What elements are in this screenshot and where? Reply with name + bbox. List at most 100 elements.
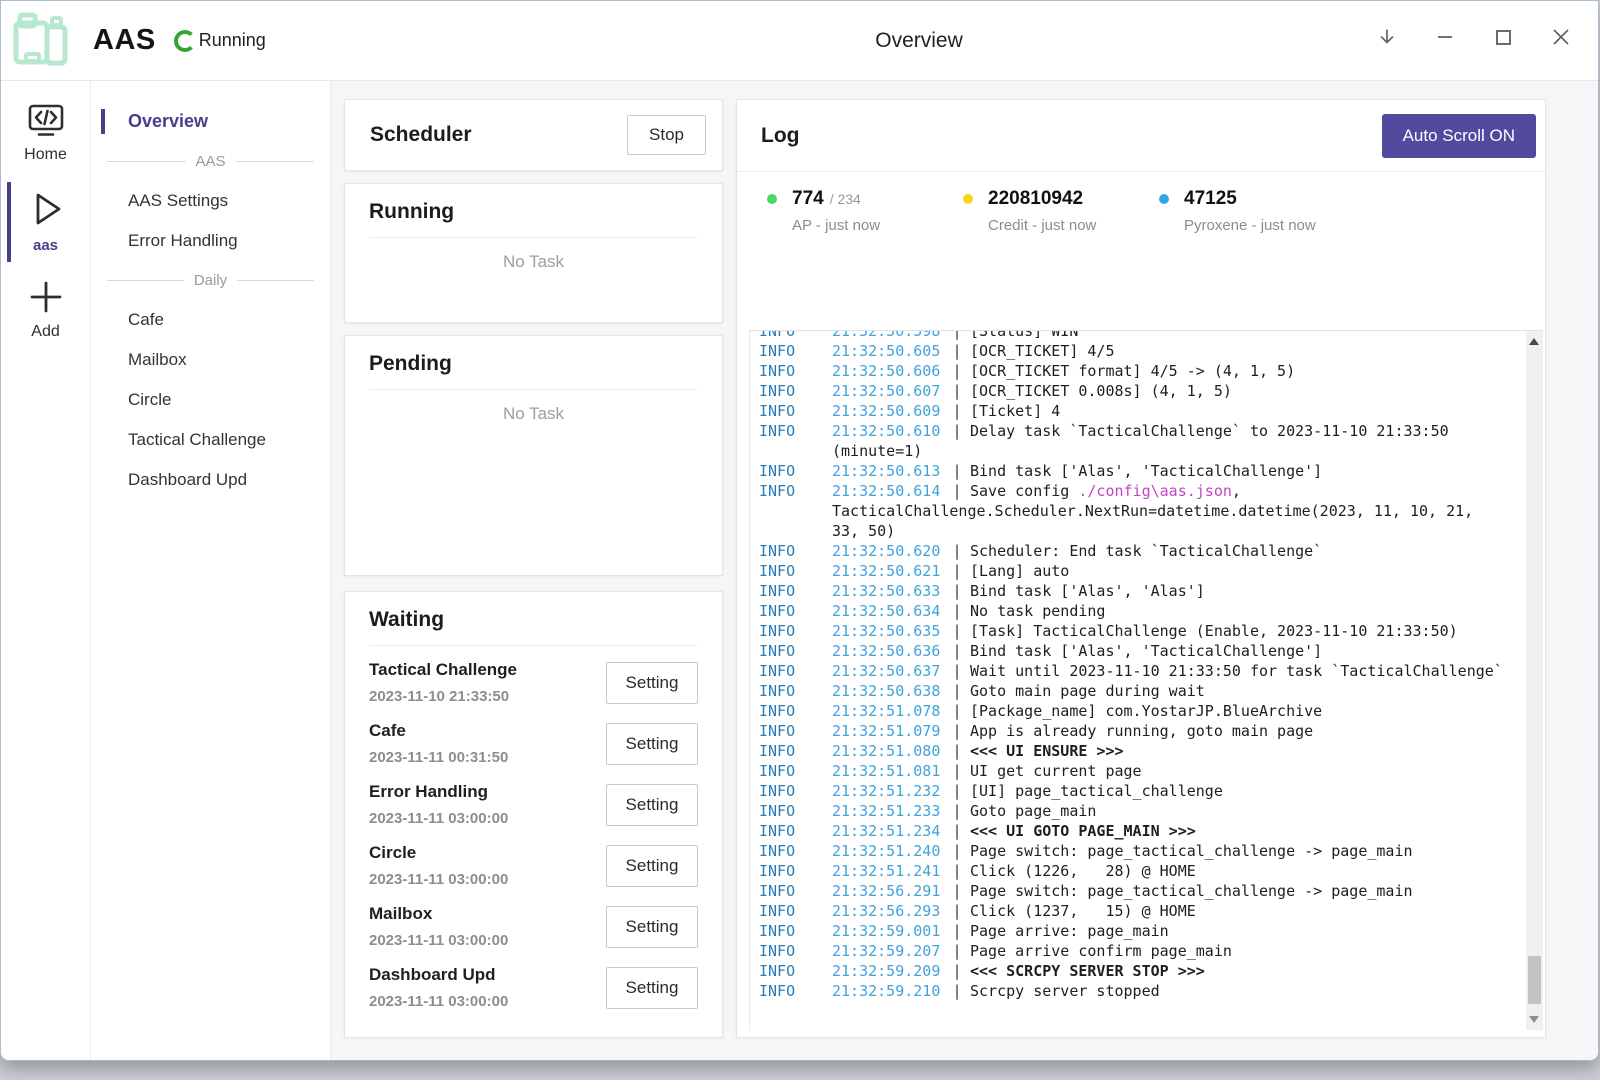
log-timestamp: 21:32:50.613 <box>832 461 944 481</box>
minimize-button[interactable] <box>1434 26 1456 48</box>
log-level: INFO <box>759 821 832 841</box>
scrollbar-up-arrow-icon[interactable] <box>1529 338 1539 345</box>
close-button[interactable] <box>1550 26 1572 48</box>
divider-line <box>107 280 184 281</box>
log-message: Page arrive: page_main <box>970 921 1169 941</box>
sidebar-item-tactical-challenge[interactable]: Tactical Challenge <box>91 420 330 460</box>
setting-button-error-handling[interactable]: Setting <box>606 784 698 826</box>
scheduler-card: Scheduler Stop <box>344 99 723 171</box>
log-title: Log <box>761 124 799 148</box>
log-timestamp: 21:32:50.635 <box>832 621 944 641</box>
log-message: [OCR_TICKET format] 4/5 -> (4, 1, 5) <box>970 361 1295 381</box>
running-empty-text: No Task <box>369 252 698 272</box>
log-separator: | <box>944 681 970 701</box>
log-timestamp: 21:32:51.079 <box>832 721 944 741</box>
pending-title: Pending <box>369 352 698 390</box>
log-line: INFO21:32:51.233|Goto page_main <box>759 801 1526 821</box>
log-timestamp: 21:32:50.610 <box>832 421 944 441</box>
stop-button[interactable]: Stop <box>627 115 706 155</box>
log-line: INFO21:32:50.613|Bind task ['Alas', 'Tac… <box>759 461 1526 481</box>
sidebar-menu: OverviewAASAAS SettingsError HandlingDai… <box>91 81 331 1061</box>
scrollbar-down-arrow-icon[interactable] <box>1529 1016 1539 1023</box>
log-message: [Status] WIN <box>970 330 1078 341</box>
stat-label: AP - just now <box>767 217 963 234</box>
sidebar-item-overview[interactable]: Overview <box>91 101 330 142</box>
log-line: INFO21:32:51.241|Click (1226, 28) @ HOME <box>759 861 1526 881</box>
home-code-monitor-icon <box>26 103 66 139</box>
sidebar-item-error-handling[interactable]: Error Handling <box>91 221 330 261</box>
waiting-task-info: Tactical Challenge2023-11-10 21:33:50 <box>369 660 517 705</box>
log-separator: | <box>944 981 970 1001</box>
log-timestamp: 21:32:50.605 <box>832 341 944 361</box>
setting-button-dashboard-upd[interactable]: Setting <box>606 967 698 1009</box>
log-line: INFO21:32:50.633|Bind task ['Alas', 'Ala… <box>759 581 1526 601</box>
sidebar-item-aas-settings[interactable]: AAS Settings <box>91 181 330 221</box>
sidebar-item-dashboard-upd[interactable]: Dashboard Upd <box>91 460 330 500</box>
waiting-task-name: Cafe <box>369 721 508 741</box>
title-bar: AAS Running Overview <box>1 1 1598 81</box>
rail-item-aas[interactable]: aas <box>1 188 90 254</box>
log-message: TacticalChallenge.Scheduler.NextRun=date… <box>832 501 1473 521</box>
setting-button-circle[interactable]: Setting <box>606 845 698 887</box>
scrollbar-thumb[interactable] <box>1528 956 1541 1004</box>
waiting-task-row: Dashboard Upd2023-11-11 03:00:00Setting <box>369 957 698 1018</box>
setting-button-mailbox[interactable]: Setting <box>606 906 698 948</box>
log-message: Click (1237, 15) @ HOME <box>970 901 1196 921</box>
setting-button-cafe[interactable]: Setting <box>606 723 698 765</box>
log-level: INFO <box>759 330 832 341</box>
running-spinner-icon <box>174 30 196 52</box>
waiting-task-info: Error Handling2023-11-11 03:00:00 <box>369 782 508 827</box>
log-line: INFO21:32:50.598|[Status] WIN <box>759 330 1526 341</box>
setting-button-tactical-challenge[interactable]: Setting <box>606 662 698 704</box>
waiting-task-row: Tactical Challenge2023-11-10 21:33:50 Set… <box>369 652 698 713</box>
stat-value: 774 <box>792 188 824 210</box>
waiting-title: Waiting <box>369 608 698 646</box>
sidebar-item-cafe[interactable]: Cafe <box>91 300 330 340</box>
log-line-continuation: (minute=1) <box>759 441 1526 461</box>
log-message: 33, 50) <box>832 521 895 541</box>
rail-item-add[interactable]: Add <box>1 278 90 341</box>
log-timestamp: 21:32:59.210 <box>832 981 944 1001</box>
log-scrollbar[interactable] <box>1526 331 1543 1030</box>
log-viewport: INFO21:32:50.598|[Status] WININFO21:32:5… <box>749 330 1543 1030</box>
log-level: INFO <box>759 361 832 381</box>
log-separator: | <box>944 881 970 901</box>
log-separator: | <box>944 461 970 481</box>
log-message: Scheduler: End task `TacticalChallenge` <box>970 541 1322 561</box>
log-level: INFO <box>759 341 832 361</box>
log-level: INFO <box>759 961 832 981</box>
log-message: Bind task ['Alas', 'Alas'] <box>970 581 1205 601</box>
task-columns: Scheduler Stop Running No Task Pending N… <box>344 99 723 1038</box>
log-line: INFO21:32:59.001|Page arrive: page_main <box>759 921 1526 941</box>
log-separator: | <box>944 330 970 341</box>
log-level: INFO <box>759 781 832 801</box>
log-separator: | <box>944 421 970 441</box>
log-level: INFO <box>759 401 832 421</box>
waiting-task-info: Cafe2023-11-11 00:31:50 <box>369 721 508 766</box>
waiting-task-name: Circle <box>369 843 508 863</box>
running-card: Running No Task <box>344 183 723 323</box>
sidebar-item-circle[interactable]: Circle <box>91 380 330 420</box>
stat-dot-icon <box>963 194 973 204</box>
log-line-continuation: 33, 50) <box>759 521 1526 541</box>
log-level-spacer <box>759 521 832 541</box>
rail-item-home[interactable]: Home <box>1 103 90 164</box>
auto-scroll-toggle-button[interactable]: Auto Scroll ON <box>1382 114 1536 158</box>
waiting-list: Tactical Challenge2023-11-10 21:33:50 Set… <box>369 646 698 1018</box>
rail-item-label: Home <box>24 146 67 164</box>
maximize-button[interactable] <box>1492 26 1514 48</box>
log-message: Delay task `TacticalChallenge` to 2023-1… <box>970 421 1449 441</box>
waiting-task-name: Dashboard Upd <box>369 965 508 985</box>
download-update-button[interactable] <box>1376 26 1398 48</box>
log-separator: | <box>944 581 970 601</box>
log-message: Wait until 2023-11-10 21:33:50 for task … <box>970 661 1503 681</box>
sidebar-item-mailbox[interactable]: Mailbox <box>91 340 330 380</box>
sidebar-item-label: Dashboard Upd <box>128 470 247 489</box>
waiting-task-next-run: 2023-11-11 03:00:00 <box>369 810 508 827</box>
log-line: INFO21:32:51.081|UI get current page <box>759 761 1526 781</box>
divider-line <box>236 161 315 162</box>
sidebar-section-divider: Daily <box>91 261 330 300</box>
log-message: No task pending <box>970 601 1105 621</box>
log-message: Bind task ['Alas', 'TacticalChallenge'] <box>970 641 1322 661</box>
log-message: Page switch: page_tactical_challenge -> … <box>970 881 1413 901</box>
